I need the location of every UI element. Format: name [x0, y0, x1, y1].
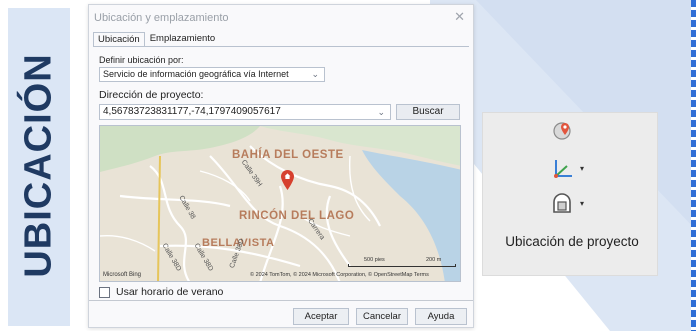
- dropdown-caret-icon[interactable]: ▾: [580, 164, 584, 173]
- location-pin-icon: [553, 122, 571, 140]
- chevron-down-icon[interactable]: ⌄: [377, 105, 385, 119]
- footer-separator: [89, 300, 473, 301]
- coordinates-button[interactable]: ▾: [552, 158, 592, 180]
- ribbon-panel: ▾ ▾ Ubicación de proyecto: [482, 112, 658, 276]
- project-location-button[interactable]: ▾: [552, 193, 592, 215]
- project-address-label: Dirección de proyecto:: [99, 89, 204, 101]
- location-button[interactable]: [552, 121, 592, 143]
- dst-checkbox[interactable]: [99, 286, 110, 298]
- tab-emplazamiento[interactable]: Emplazamiento: [145, 31, 220, 46]
- dialog-body: Definir ubicación por: Servicio de infor…: [89, 47, 473, 298]
- cancel-button[interactable]: Cancelar: [356, 308, 408, 325]
- map-attribution[interactable]: © 2024 TomTom, © 2024 Microsoft Corporat…: [250, 272, 429, 278]
- close-icon[interactable]: ✕: [454, 9, 465, 25]
- map-scale-bar: [348, 264, 456, 267]
- tab-ubicacion[interactable]: Ubicación: [93, 32, 145, 46]
- location-dialog: Ubicación y emplazamiento ✕ Ubicación Em…: [88, 4, 474, 328]
- search-button[interactable]: Buscar: [396, 104, 460, 120]
- project-address-input[interactable]: 4,56783723831177,-74,1797409057617 ⌄: [99, 104, 391, 120]
- map-scale-feet: 500 pies: [364, 257, 385, 263]
- help-button[interactable]: Ayuda: [415, 308, 467, 325]
- dst-label[interactable]: Usar horario de verano: [116, 286, 223, 298]
- map-place-label: RINCÓN DEL LAGO: [239, 210, 355, 222]
- chevron-down-icon: ⌄: [311, 69, 319, 79]
- map-view[interactable]: BAHÍA DEL OESTE RINCÓN DEL LAGO BELLAVIS…: [99, 125, 461, 282]
- define-location-select[interactable]: Servicio de información geográfica vía I…: [99, 67, 325, 82]
- define-location-value: Servicio de información geográfica vía I…: [103, 69, 289, 79]
- side-title-text: UBICACIÓN: [17, 52, 60, 278]
- side-title: UBICACIÓN: [10, 6, 68, 324]
- dialog-footer: Aceptar Cancelar Ayuda: [293, 308, 467, 325]
- coordinate-axes-icon: [554, 160, 572, 178]
- map-scale-meters: 200 m: [426, 257, 442, 263]
- dialog-titlebar: Ubicación y emplazamiento ✕: [89, 5, 473, 30]
- project-location-icon: [553, 193, 571, 213]
- project-address-value: 4,56783723831177,-74,1797409057617: [103, 106, 281, 117]
- map-place-label: BAHÍA DEL OESTE: [232, 149, 344, 161]
- dialog-title: Ubicación y emplazamiento: [94, 11, 229, 24]
- project-location-label: Ubicación de proyecto: [505, 234, 639, 249]
- map-provider-logo: Microsoft Bing: [103, 272, 142, 278]
- define-location-label: Definir ubicación por:: [99, 55, 184, 65]
- dashed-border: [691, 0, 696, 331]
- dialog-tabs: Ubicación Emplazamiento: [93, 30, 473, 46]
- dst-row: Usar horario de verano: [99, 286, 463, 298]
- ok-button[interactable]: Aceptar: [293, 308, 349, 325]
- dropdown-caret-icon[interactable]: ▾: [580, 199, 584, 208]
- address-row: 4,56783723831177,-74,1797409057617 ⌄ Bus…: [99, 104, 463, 120]
